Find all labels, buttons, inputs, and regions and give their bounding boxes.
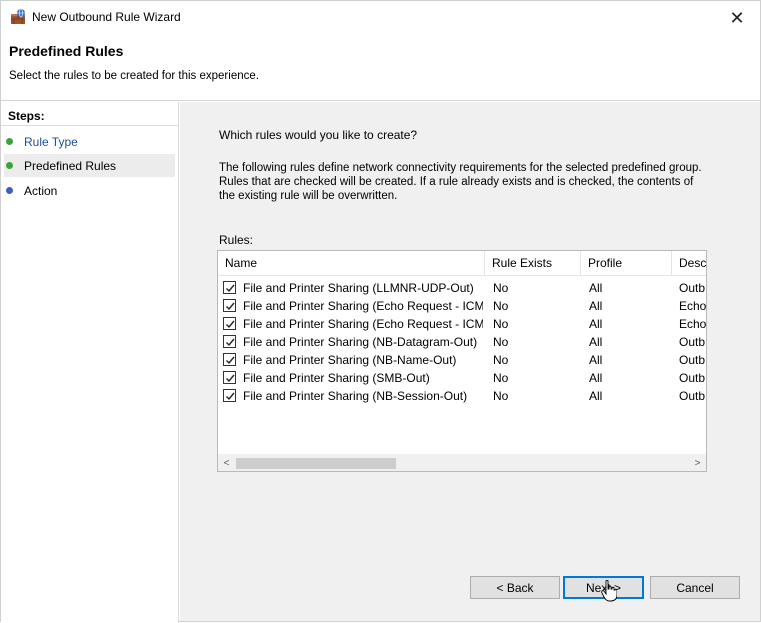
close-icon: ✕ bbox=[729, 7, 745, 28]
rule-checkbox[interactable] bbox=[223, 335, 236, 348]
scroll-left-button[interactable]: < bbox=[218, 455, 235, 471]
checkmark-icon bbox=[226, 320, 235, 329]
close-button[interactable]: ✕ bbox=[714, 1, 760, 35]
wizard-window: New Outbound Rule Wizard ✕ Predefined Ru… bbox=[0, 0, 761, 623]
rule-checkbox[interactable] bbox=[223, 317, 236, 330]
rule-exists: No bbox=[493, 389, 509, 403]
rule-exists: No bbox=[493, 353, 509, 367]
step-label: Rule Type bbox=[24, 134, 78, 149]
rule-description: Outb bbox=[679, 353, 706, 367]
rule-name: File and Printer Sharing (NB-Datagram-Ou… bbox=[243, 335, 478, 349]
rule-profile: All bbox=[589, 389, 603, 403]
rule-exists: No bbox=[493, 299, 509, 313]
rule-exists: No bbox=[493, 335, 509, 349]
table-row[interactable]: File and Printer Sharing (SMB-Out) No Al… bbox=[218, 369, 706, 387]
rule-checkbox[interactable] bbox=[223, 281, 236, 294]
rule-exists: No bbox=[493, 317, 509, 331]
checkmark-icon bbox=[226, 392, 235, 401]
wizard-header: Predefined Rules Select the rules to be … bbox=[1, 35, 760, 101]
scroll-thumb[interactable] bbox=[236, 458, 396, 469]
rule-profile: All bbox=[589, 371, 603, 385]
column-header-rule-exists[interactable]: Rule Exists bbox=[485, 251, 581, 276]
window-title: New Outbound Rule Wizard bbox=[32, 10, 181, 24]
scroll-right-button[interactable]: > bbox=[689, 455, 706, 471]
rule-description: Outb bbox=[679, 335, 706, 349]
rule-name: File and Printer Sharing (Echo Request -… bbox=[243, 317, 483, 331]
step-label: Action bbox=[24, 183, 58, 198]
rule-checkbox[interactable] bbox=[223, 389, 236, 402]
column-header-profile[interactable]: Profile bbox=[581, 251, 672, 276]
checkmark-icon bbox=[226, 374, 235, 383]
checkmark-icon bbox=[226, 356, 235, 365]
table-row[interactable]: File and Printer Sharing (NB-Session-Out… bbox=[218, 387, 706, 405]
table-row[interactable]: File and Printer Sharing (Echo Request -… bbox=[218, 315, 706, 333]
hand-pointer-cursor-icon bbox=[601, 580, 617, 602]
question-text: Which rules would you like to create? bbox=[219, 128, 418, 142]
rules-list-header: Name Rule Exists Profile Desc bbox=[218, 251, 706, 276]
firewall-icon bbox=[11, 8, 25, 24]
step-current-icon bbox=[6, 162, 13, 169]
step-action: Action bbox=[4, 179, 175, 202]
content-panel: Which rules would you like to create? Th… bbox=[180, 102, 760, 621]
rule-checkbox[interactable] bbox=[223, 353, 236, 366]
description-text: The following rules define network conne… bbox=[219, 162, 702, 202]
rule-profile: All bbox=[589, 335, 603, 349]
chevron-left-icon: < bbox=[223, 458, 230, 469]
table-row[interactable]: File and Printer Sharing (NB-Datagram-Ou… bbox=[218, 333, 706, 351]
table-row[interactable]: File and Printer Sharing (Echo Request -… bbox=[218, 297, 706, 315]
rule-exists: No bbox=[493, 281, 509, 295]
rule-name: File and Printer Sharing (NB-Session-Out… bbox=[243, 389, 468, 403]
rule-name: File and Printer Sharing (LLMNR-UDP-Out) bbox=[243, 281, 474, 295]
column-header-description[interactable]: Desc bbox=[672, 251, 706, 276]
rule-description: Outb bbox=[679, 371, 706, 385]
rule-exists: No bbox=[493, 371, 509, 385]
step-predefined-rules[interactable]: Predefined Rules bbox=[4, 154, 175, 177]
rule-profile: All bbox=[589, 299, 603, 313]
table-row[interactable]: File and Printer Sharing (LLMNR-UDP-Out)… bbox=[218, 279, 706, 297]
checkmark-icon bbox=[226, 302, 235, 311]
rule-name: File and Printer Sharing (Echo Request -… bbox=[243, 299, 483, 313]
rule-description: Echo bbox=[679, 299, 707, 313]
back-button[interactable]: < Back bbox=[470, 576, 560, 599]
rule-checkbox[interactable] bbox=[223, 371, 236, 384]
column-header-name[interactable]: Name bbox=[218, 251, 485, 276]
rule-profile: All bbox=[589, 353, 603, 367]
rule-profile: All bbox=[589, 281, 603, 295]
step-rule-type[interactable]: Rule Type bbox=[4, 130, 175, 153]
rule-name: File and Printer Sharing (SMB-Out) bbox=[243, 371, 430, 385]
step-done-icon bbox=[6, 138, 13, 145]
rule-profile: All bbox=[589, 317, 603, 331]
rules-list[interactable]: Name Rule Exists Profile Desc File and P… bbox=[217, 250, 707, 472]
steps-panel: Steps: Rule Type Predefined Rules Action bbox=[1, 102, 179, 623]
horizontal-scrollbar[interactable]: < > bbox=[218, 454, 706, 471]
rule-description: Echo bbox=[679, 317, 707, 331]
rule-description: Outb bbox=[679, 389, 706, 403]
steps-title: Steps: bbox=[8, 109, 45, 123]
rule-description: Outb bbox=[679, 281, 706, 295]
page-subtitle: Select the rules to be created for this … bbox=[9, 70, 259, 82]
step-pending-icon bbox=[6, 187, 13, 194]
steps-divider bbox=[1, 125, 179, 126]
checkmark-icon bbox=[226, 338, 235, 347]
step-label: Predefined Rules bbox=[24, 158, 117, 173]
page-title: Predefined Rules bbox=[9, 43, 124, 59]
checkmark-icon bbox=[226, 284, 235, 293]
rules-label: Rules: bbox=[219, 233, 254, 247]
rule-checkbox[interactable] bbox=[223, 299, 236, 312]
title-bar: New Outbound Rule Wizard ✕ bbox=[1, 1, 760, 35]
rule-name: File and Printer Sharing (NB-Name-Out) bbox=[243, 353, 457, 367]
chevron-right-icon: > bbox=[694, 458, 701, 469]
cancel-button[interactable]: Cancel bbox=[650, 576, 740, 599]
table-row[interactable]: File and Printer Sharing (NB-Name-Out) N… bbox=[218, 351, 706, 369]
